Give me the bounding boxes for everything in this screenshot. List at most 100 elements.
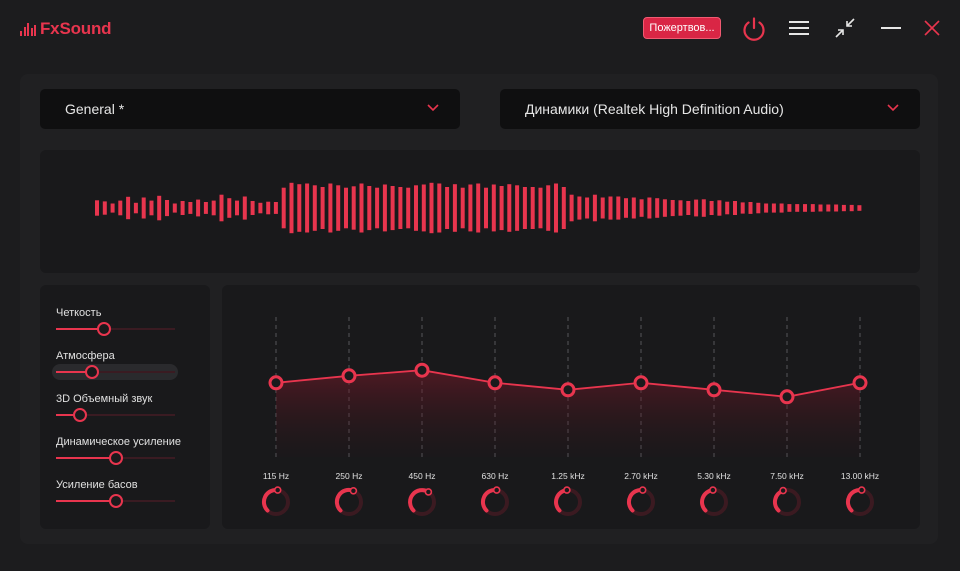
eq-band-knob[interactable] bbox=[262, 486, 290, 516]
eq-band-knob[interactable] bbox=[773, 486, 801, 516]
visualizer-bar bbox=[771, 203, 776, 213]
visualizer-bar bbox=[110, 203, 115, 213]
spectrum-visualizer bbox=[40, 150, 920, 273]
visualizer-bar bbox=[701, 199, 706, 217]
visualizer-bar bbox=[452, 184, 457, 232]
close-icon[interactable] bbox=[922, 18, 942, 38]
equalizer-graph[interactable] bbox=[222, 285, 920, 529]
visualizer-bar bbox=[227, 198, 232, 218]
visualizer-bar bbox=[561, 187, 566, 229]
dynamic-boost-slider[interactable] bbox=[56, 451, 175, 465]
visualizer-bar bbox=[460, 187, 465, 229]
visualizer-bar bbox=[375, 187, 380, 229]
slider-knob[interactable] bbox=[96, 322, 111, 336]
bass-boost-slider[interactable] bbox=[56, 494, 175, 508]
visualizer-bar bbox=[188, 202, 193, 214]
visualizer-bar bbox=[818, 204, 823, 212]
visualizer-bar bbox=[834, 204, 839, 212]
visualizer-bar bbox=[468, 184, 473, 232]
visualizer-bar bbox=[421, 184, 426, 232]
visualizer-bar bbox=[414, 185, 418, 231]
visualizer-bar bbox=[616, 196, 621, 220]
eq-band-knob[interactable] bbox=[627, 486, 655, 516]
logo-bars-icon bbox=[20, 22, 36, 36]
surround-slider[interactable] bbox=[56, 408, 175, 422]
visualizer-bar bbox=[538, 187, 543, 229]
eq-band-handle[interactable] bbox=[414, 362, 430, 378]
visualizer-bar bbox=[445, 187, 450, 229]
visualizer-bar bbox=[126, 196, 131, 220]
visualizer-bar bbox=[857, 205, 862, 211]
eq-band-knob[interactable] bbox=[554, 486, 582, 516]
visualizer-bar bbox=[515, 185, 520, 231]
eq-band-handle[interactable] bbox=[341, 368, 357, 384]
eq-band-knob[interactable] bbox=[481, 486, 509, 516]
output-device-selected: Динамики (Realtek High Definition Audio) bbox=[525, 101, 784, 117]
visualizer-bar bbox=[219, 194, 224, 222]
effects-panel: Четкость Атмосфера 3D Объемный звук Дина… bbox=[40, 285, 210, 529]
preset-dropdown[interactable]: General * bbox=[40, 89, 460, 129]
eq-band-handle[interactable] bbox=[487, 375, 503, 391]
visualizer-bar bbox=[554, 183, 558, 233]
visualizer-bar bbox=[367, 186, 372, 231]
eq-band-knob[interactable] bbox=[408, 488, 436, 516]
visualizer-bar bbox=[95, 200, 99, 216]
visualizer-bar bbox=[709, 201, 714, 215]
clarity-slider[interactable] bbox=[56, 322, 175, 336]
slider-knob[interactable] bbox=[84, 365, 99, 379]
eq-band-knob[interactable] bbox=[334, 487, 363, 516]
menu-icon[interactable] bbox=[788, 19, 810, 37]
visualizer-bar bbox=[266, 201, 271, 215]
eq-band-handle[interactable] bbox=[706, 382, 722, 398]
visualizer-bar bbox=[647, 197, 652, 219]
visualizer-bar bbox=[491, 184, 496, 232]
visualizer-bar bbox=[359, 183, 364, 233]
visualizer-bar bbox=[733, 201, 737, 215]
eq-band-knob[interactable] bbox=[846, 486, 874, 516]
visualizer-bar bbox=[499, 186, 504, 231]
slider-knob[interactable] bbox=[108, 494, 123, 508]
visualizer-bar bbox=[577, 196, 582, 220]
donate-button[interactable]: Пожертвов... bbox=[643, 17, 721, 39]
visualizer-bar bbox=[694, 199, 699, 217]
visualizer-bar bbox=[211, 200, 216, 216]
visualizer-bar bbox=[624, 198, 628, 218]
chevron-down-icon bbox=[887, 104, 899, 112]
eq-band-handle[interactable] bbox=[268, 375, 284, 391]
effect-label-dynamic-boost: Динамическое усиление bbox=[56, 436, 181, 448]
output-device-dropdown[interactable]: Динамики (Realtek High Definition Audio) bbox=[500, 89, 920, 129]
eq-band-handle[interactable] bbox=[852, 375, 868, 391]
compact-mode-icon[interactable] bbox=[833, 16, 857, 40]
eq-band-knob[interactable] bbox=[700, 486, 728, 516]
power-icon[interactable] bbox=[740, 15, 768, 43]
slider-fill bbox=[56, 457, 116, 459]
visualizer-bar bbox=[328, 183, 333, 233]
visualizer-bar bbox=[235, 200, 239, 216]
visualizer-bar bbox=[522, 187, 527, 229]
visualizer-bar bbox=[631, 197, 636, 219]
visualizer-bar bbox=[756, 202, 761, 214]
visualizer-bar bbox=[180, 201, 185, 215]
visualizer-bar bbox=[351, 186, 356, 230]
visualizer-bar bbox=[203, 202, 208, 214]
slider-knob[interactable] bbox=[72, 408, 87, 422]
minimize-icon[interactable] bbox=[880, 19, 902, 37]
visualizer-bar bbox=[608, 196, 613, 220]
eq-band-handle[interactable] bbox=[633, 375, 649, 391]
eq-band-label: 5.30 kHz bbox=[697, 471, 731, 481]
visualizer-bar bbox=[655, 198, 660, 218]
eq-band-label: 2.70 kHz bbox=[624, 471, 658, 481]
visualizer-bar bbox=[258, 202, 263, 214]
ambience-slider[interactable] bbox=[56, 365, 175, 379]
equalizer-panel: 115 Hz 250 Hz 450 Hz 630 Hz 1.25 kHz 2.70 kHz… bbox=[222, 285, 920, 529]
slider-knob[interactable] bbox=[108, 451, 123, 465]
eq-band-handle[interactable] bbox=[779, 389, 795, 405]
visualizer-bar bbox=[670, 200, 675, 217]
visualizer-bar bbox=[678, 200, 683, 216]
visualizer-bar bbox=[740, 202, 745, 214]
visualizer-bar bbox=[149, 200, 154, 216]
visualizer-bar bbox=[437, 183, 442, 233]
visualizer-bar bbox=[406, 187, 411, 229]
eq-band-handle[interactable] bbox=[560, 382, 576, 398]
visualizer-bar bbox=[662, 199, 667, 217]
